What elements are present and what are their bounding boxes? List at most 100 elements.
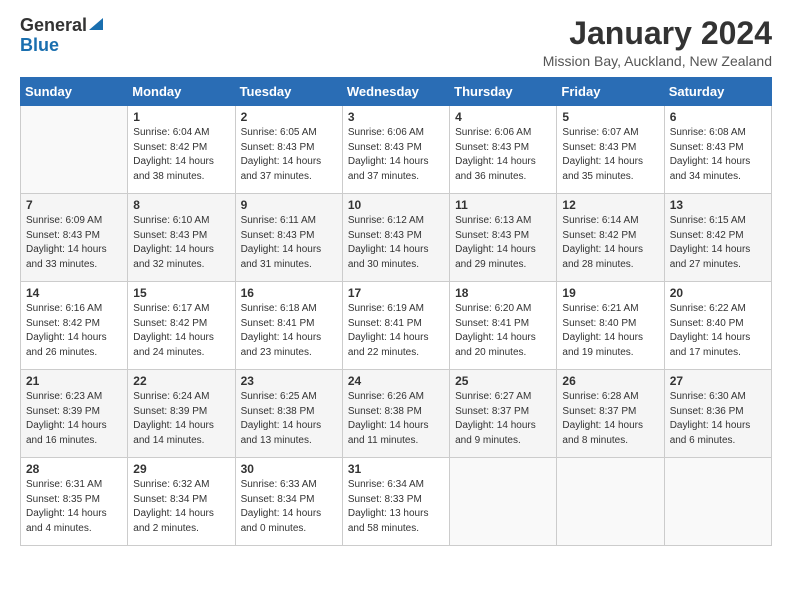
day-info: Sunrise: 6:32 AM Sunset: 8:34 PM Dayligh… bbox=[133, 478, 229, 536]
day-info: Sunrise: 6:33 AM Sunset: 8:34 PM Dayligh… bbox=[241, 478, 337, 536]
day-info: Sunrise: 6:05 AM Sunset: 8:43 PM Dayligh… bbox=[241, 126, 337, 184]
calendar-cell: 21 Sunrise: 6:23 AM Sunset: 8:39 PM Dayli… bbox=[21, 370, 128, 458]
day-number: 21 bbox=[26, 374, 122, 388]
calendar-cell: 19 Sunrise: 6:21 AM Sunset: 8:40 PM Dayli… bbox=[557, 282, 664, 370]
day-number: 16 bbox=[241, 286, 337, 300]
header-day-friday: Friday bbox=[557, 78, 664, 106]
day-info: Sunrise: 6:24 AM Sunset: 8:39 PM Dayligh… bbox=[133, 390, 229, 448]
calendar-cell: 3 Sunrise: 6:06 AM Sunset: 8:43 PM Daylig… bbox=[342, 106, 449, 194]
day-number: 18 bbox=[455, 286, 551, 300]
calendar-cell bbox=[21, 106, 128, 194]
day-number: 25 bbox=[455, 374, 551, 388]
day-number: 30 bbox=[241, 462, 337, 476]
calendar-cell: 14Sunrise: 6:16 AM Sunset: 8:42 PM Dayli… bbox=[21, 282, 128, 370]
day-number: 31 bbox=[348, 462, 444, 476]
day-number: 11 bbox=[455, 198, 551, 212]
calendar-cell: 17 Sunrise: 6:19 AM Sunset: 8:41 PM Dayli… bbox=[342, 282, 449, 370]
calendar-cell: 12 Sunrise: 6:14 AM Sunset: 8:42 PM Dayli… bbox=[557, 194, 664, 282]
day-info: Sunrise: 6:27 AM Sunset: 8:37 PM Dayligh… bbox=[455, 390, 551, 448]
day-number: 10 bbox=[348, 198, 444, 212]
calendar-cell: 31 Sunrise: 6:34 AM Sunset: 8:33 PM Dayli… bbox=[342, 458, 449, 546]
day-number: 15 bbox=[133, 286, 229, 300]
day-info: Sunrise: 6:16 AM Sunset: 8:42 PM Dayligh… bbox=[26, 302, 122, 360]
day-info: Sunrise: 6:28 AM Sunset: 8:37 PM Dayligh… bbox=[562, 390, 658, 448]
calendar-cell: 18 Sunrise: 6:20 AM Sunset: 8:41 PM Dayli… bbox=[450, 282, 557, 370]
calendar-cell: 6 Sunrise: 6:08 AM Sunset: 8:43 PM Daylig… bbox=[664, 106, 771, 194]
calendar-week-row: 28Sunrise: 6:31 AM Sunset: 8:35 PM Dayli… bbox=[21, 458, 772, 546]
logo-general-text: General bbox=[20, 16, 87, 36]
day-info: Sunrise: 6:07 AM Sunset: 8:43 PM Dayligh… bbox=[562, 126, 658, 184]
logo-blue-text: Blue bbox=[20, 36, 59, 56]
calendar-cell: 15 Sunrise: 6:17 AM Sunset: 8:42 PM Dayli… bbox=[128, 282, 235, 370]
day-number: 19 bbox=[562, 286, 658, 300]
day-number: 6 bbox=[670, 110, 766, 124]
day-number: 22 bbox=[133, 374, 229, 388]
calendar-cell: 26Sunrise: 6:28 AM Sunset: 8:37 PM Dayli… bbox=[557, 370, 664, 458]
calendar-cell: 22 Sunrise: 6:24 AM Sunset: 8:39 PM Dayli… bbox=[128, 370, 235, 458]
day-number: 27 bbox=[670, 374, 766, 388]
logo-triangle-icon bbox=[89, 16, 103, 30]
day-info: Sunrise: 6:04 AM Sunset: 8:42 PM Dayligh… bbox=[133, 126, 229, 184]
day-info: Sunrise: 6:23 AM Sunset: 8:39 PM Dayligh… bbox=[26, 390, 122, 448]
day-info: Sunrise: 6:10 AM Sunset: 8:43 PM Dayligh… bbox=[133, 214, 229, 272]
day-info: Sunrise: 6:18 AM Sunset: 8:41 PM Dayligh… bbox=[241, 302, 337, 360]
calendar-cell: 7Sunrise: 6:09 AM Sunset: 8:43 PM Daylig… bbox=[21, 194, 128, 282]
day-number: 1 bbox=[133, 110, 229, 124]
calendar-cell: 8 Sunrise: 6:10 AM Sunset: 8:43 PM Daylig… bbox=[128, 194, 235, 282]
calendar-cell: 2Sunrise: 6:05 AM Sunset: 8:43 PM Daylig… bbox=[235, 106, 342, 194]
day-number: 17 bbox=[348, 286, 444, 300]
day-info: Sunrise: 6:08 AM Sunset: 8:43 PM Dayligh… bbox=[670, 126, 766, 184]
day-info: Sunrise: 6:14 AM Sunset: 8:42 PM Dayligh… bbox=[562, 214, 658, 272]
calendar-cell: 20 Sunrise: 6:22 AM Sunset: 8:40 PM Dayli… bbox=[664, 282, 771, 370]
day-info: Sunrise: 6:17 AM Sunset: 8:42 PM Dayligh… bbox=[133, 302, 229, 360]
calendar-cell bbox=[557, 458, 664, 546]
calendar-cell: 1 Sunrise: 6:04 AM Sunset: 8:42 PM Daylig… bbox=[128, 106, 235, 194]
day-number: 3 bbox=[348, 110, 444, 124]
calendar-week-row: 1 Sunrise: 6:04 AM Sunset: 8:42 PM Daylig… bbox=[21, 106, 772, 194]
calendar-cell: 13 Sunrise: 6:15 AM Sunset: 8:42 PM Dayli… bbox=[664, 194, 771, 282]
day-number: 4 bbox=[455, 110, 551, 124]
day-number: 13 bbox=[670, 198, 766, 212]
day-info: Sunrise: 6:15 AM Sunset: 8:42 PM Dayligh… bbox=[670, 214, 766, 272]
calendar-week-row: 21 Sunrise: 6:23 AM Sunset: 8:39 PM Dayli… bbox=[21, 370, 772, 458]
logo: General Blue bbox=[20, 16, 103, 56]
calendar-cell: 29 Sunrise: 6:32 AM Sunset: 8:34 PM Dayli… bbox=[128, 458, 235, 546]
header-day-wednesday: Wednesday bbox=[342, 78, 449, 106]
day-info: Sunrise: 6:21 AM Sunset: 8:40 PM Dayligh… bbox=[562, 302, 658, 360]
day-number: 23 bbox=[241, 374, 337, 388]
day-info: Sunrise: 6:06 AM Sunset: 8:43 PM Dayligh… bbox=[348, 126, 444, 184]
title-block: January 2024 Mission Bay, Auckland, New … bbox=[543, 16, 772, 69]
day-info: Sunrise: 6:09 AM Sunset: 8:43 PM Dayligh… bbox=[26, 214, 122, 272]
header-day-tuesday: Tuesday bbox=[235, 78, 342, 106]
calendar-cell bbox=[664, 458, 771, 546]
day-info: Sunrise: 6:34 AM Sunset: 8:33 PM Dayligh… bbox=[348, 478, 444, 536]
header-day-sunday: Sunday bbox=[21, 78, 128, 106]
header-day-thursday: Thursday bbox=[450, 78, 557, 106]
day-info: Sunrise: 6:19 AM Sunset: 8:41 PM Dayligh… bbox=[348, 302, 444, 360]
day-info: Sunrise: 6:25 AM Sunset: 8:38 PM Dayligh… bbox=[241, 390, 337, 448]
page-header: General Blue January 2024 Mission Bay, A… bbox=[20, 16, 772, 69]
calendar-cell: 16 Sunrise: 6:18 AM Sunset: 8:41 PM Dayli… bbox=[235, 282, 342, 370]
day-number: 24 bbox=[348, 374, 444, 388]
day-info: Sunrise: 6:11 AM Sunset: 8:43 PM Dayligh… bbox=[241, 214, 337, 272]
day-number: 29 bbox=[133, 462, 229, 476]
day-number: 8 bbox=[133, 198, 229, 212]
calendar-cell: 23 Sunrise: 6:25 AM Sunset: 8:38 PM Dayli… bbox=[235, 370, 342, 458]
calendar-cell: 30 Sunrise: 6:33 AM Sunset: 8:34 PM Dayli… bbox=[235, 458, 342, 546]
day-number: 20 bbox=[670, 286, 766, 300]
calendar-cell: 11 Sunrise: 6:13 AM Sunset: 8:43 PM Dayli… bbox=[450, 194, 557, 282]
day-info: Sunrise: 6:13 AM Sunset: 8:43 PM Dayligh… bbox=[455, 214, 551, 272]
day-info: Sunrise: 6:20 AM Sunset: 8:41 PM Dayligh… bbox=[455, 302, 551, 360]
calendar-week-row: 7Sunrise: 6:09 AM Sunset: 8:43 PM Daylig… bbox=[21, 194, 772, 282]
day-info: Sunrise: 6:12 AM Sunset: 8:43 PM Dayligh… bbox=[348, 214, 444, 272]
calendar-cell: 27 Sunrise: 6:30 AM Sunset: 8:36 PM Dayli… bbox=[664, 370, 771, 458]
day-info: Sunrise: 6:30 AM Sunset: 8:36 PM Dayligh… bbox=[670, 390, 766, 448]
calendar-cell: 24Sunrise: 6:26 AM Sunset: 8:38 PM Dayli… bbox=[342, 370, 449, 458]
calendar-week-row: 14Sunrise: 6:16 AM Sunset: 8:42 PM Dayli… bbox=[21, 282, 772, 370]
day-info: Sunrise: 6:22 AM Sunset: 8:40 PM Dayligh… bbox=[670, 302, 766, 360]
location-title: Mission Bay, Auckland, New Zealand bbox=[543, 53, 772, 69]
day-info: Sunrise: 6:06 AM Sunset: 8:43 PM Dayligh… bbox=[455, 126, 551, 184]
day-number: 12 bbox=[562, 198, 658, 212]
calendar-cell: 28Sunrise: 6:31 AM Sunset: 8:35 PM Dayli… bbox=[21, 458, 128, 546]
calendar-cell: 4 Sunrise: 6:06 AM Sunset: 8:43 PM Daylig… bbox=[450, 106, 557, 194]
